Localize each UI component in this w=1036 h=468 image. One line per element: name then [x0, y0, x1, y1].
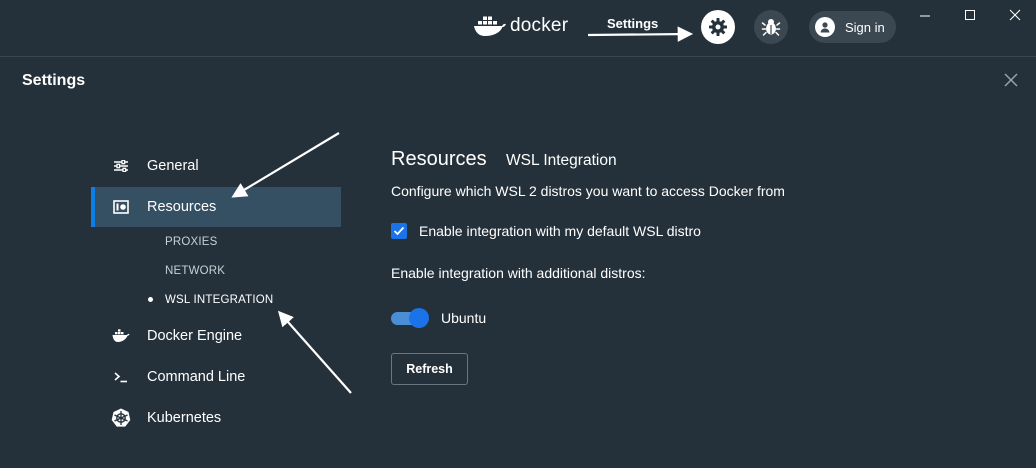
settings-close-button[interactable]	[1003, 72, 1019, 88]
resources-icon	[111, 197, 131, 217]
sidebar-subitem-wsl-integration[interactable]: WSL INTEGRATION	[165, 294, 273, 306]
sliders-icon	[111, 156, 131, 176]
maximize-button[interactable]	[961, 6, 979, 24]
title-bar: docker Settings Sign in	[0, 0, 1036, 56]
sidebar-item-label: General	[147, 158, 199, 174]
user-avatar-icon	[815, 17, 835, 37]
ubuntu-distro-label: Ubuntu	[441, 310, 487, 326]
window-close-button[interactable]	[1006, 6, 1024, 24]
gear-icon	[709, 18, 727, 36]
toggle-thumb	[409, 308, 429, 328]
close-icon	[1004, 73, 1018, 87]
bug-icon	[761, 19, 781, 36]
settings-header: Settings	[0, 56, 1036, 106]
sidebar-item-kubernetes[interactable]: Kubernetes	[91, 398, 341, 438]
kubernetes-helm-icon	[111, 408, 131, 428]
sidebar-item-command-line[interactable]: Command Line	[91, 357, 341, 397]
whale-icon	[111, 326, 131, 346]
default-distro-label: Enable integration with my default WSL d…	[419, 223, 701, 239]
docker-logo-text: docker	[510, 15, 569, 36]
settings-annotation-label: Settings	[607, 16, 659, 31]
settings-button[interactable]	[701, 10, 735, 44]
docker-whale-icon	[474, 16, 506, 36]
sign-in-button[interactable]: Sign in	[809, 11, 896, 43]
troubleshoot-button[interactable]	[754, 10, 788, 44]
sidebar-item-general[interactable]: General	[91, 146, 341, 186]
checkmark-icon	[393, 226, 405, 236]
sidebar-item-label: Resources	[147, 199, 217, 215]
refresh-button[interactable]: Refresh	[391, 353, 468, 385]
default-distro-option[interactable]: Enable integration with my default WSL d…	[391, 223, 701, 239]
page-subtitle: WSL Integration	[506, 152, 617, 169]
additional-distros-label: Enable integration with additional distr…	[391, 265, 646, 281]
sidebar-item-label: Command Line	[147, 369, 246, 385]
close-icon	[1009, 9, 1021, 21]
sign-in-label: Sign in	[845, 19, 885, 35]
page-description: Configure which WSL 2 distros you want t…	[391, 183, 785, 199]
sidebar-item-resources[interactable]: Resources	[91, 187, 341, 227]
sidebar-item-docker-engine[interactable]: Docker Engine	[91, 316, 341, 356]
sidebar-item-label: Docker Engine	[147, 328, 243, 344]
active-bullet	[148, 297, 153, 302]
sidebar-subitem-proxies[interactable]: PROXIES	[165, 236, 218, 248]
distro-toggle-row: Ubuntu	[391, 308, 486, 328]
minimize-button[interactable]	[916, 6, 934, 24]
ubuntu-toggle[interactable]	[391, 308, 429, 328]
maximize-icon	[965, 10, 975, 20]
docker-logo: docker	[473, 14, 568, 38]
minimize-icon	[920, 15, 930, 17]
page-title: Resources	[391, 148, 487, 170]
sidebar-subitem-network[interactable]: NETWORK	[165, 265, 225, 277]
settings-title: Settings	[22, 72, 86, 89]
sidebar-item-label: Kubernetes	[147, 410, 222, 426]
default-distro-checkbox[interactable]	[391, 223, 407, 239]
terminal-icon	[111, 367, 131, 387]
